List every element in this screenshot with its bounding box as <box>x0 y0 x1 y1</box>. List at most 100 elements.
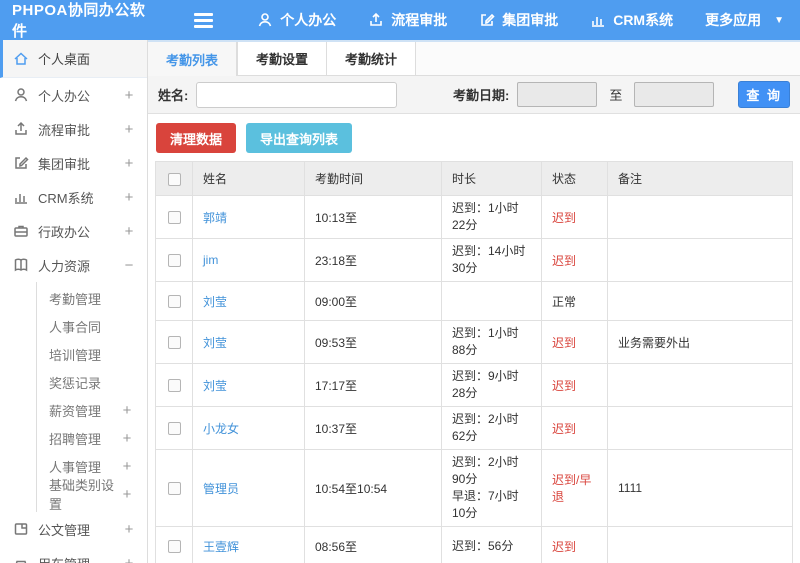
employee-name-link[interactable]: 郭靖 <box>203 211 227 225</box>
row-checkbox[interactable] <box>167 540 181 554</box>
note <box>607 238 793 282</box>
nav-personal-office[interactable]: 个人办公 <box>257 10 336 30</box>
attendance-time: 10:37至 <box>304 406 442 450</box>
select-all-checkbox[interactable] <box>167 172 181 186</box>
employee-name-link[interactable]: 刘莹 <box>203 379 227 393</box>
employee-name-link[interactable]: 刘莹 <box>203 336 227 350</box>
date-to-input[interactable] <box>634 82 715 107</box>
collapse-icon[interactable]: − <box>123 257 135 274</box>
note <box>607 363 793 407</box>
expand-icon[interactable]: + <box>123 555 135 563</box>
nav-more-apps[interactable]: 更多应用 ▼ <box>705 10 784 30</box>
attendance-table: 姓名 考勤时间 时长 状态 备注 郭靖 10:13至 迟到：1小时22分 迟到 <box>155 161 793 563</box>
sidebar-item-crm[interactable]: CRM系统 + <box>0 180 147 214</box>
edit-icon <box>481 13 495 26</box>
note <box>607 406 793 450</box>
sidebar-subitem-salary[interactable]: 薪资管理 + <box>37 396 147 424</box>
app-title: PHPOA协同办公软件 <box>12 2 146 40</box>
header-note: 备注 <box>607 161 793 196</box>
sidebar-item-desktop[interactable]: 个人桌面 <box>0 40 147 78</box>
tab-attendance-stats[interactable]: 考勤统计 <box>327 42 417 75</box>
sidebar-subitem-label: 考勤管理 <box>49 291 102 307</box>
sidebar-subitem-recruit[interactable]: 招聘管理 + <box>37 424 147 452</box>
tab-attendance-list[interactable]: 考勤列表 <box>148 42 238 76</box>
top-nav: 个人办公 流程审批 集团审批 CRM系统 更多应用 ▼ <box>241 10 800 30</box>
row-checkbox[interactable] <box>167 379 181 393</box>
sidebar-item-vehicles[interactable]: 用车管理 + <box>0 546 147 563</box>
employee-name-link[interactable]: 刘莹 <box>203 295 227 309</box>
sidebar-subitem-attendance[interactable]: 考勤管理 <box>37 284 147 312</box>
sidebar-subitem-label: 招聘管理 <box>49 431 102 447</box>
employee-name-link[interactable]: 王壹辉 <box>203 540 239 554</box>
expand-icon[interactable]: + <box>123 189 135 206</box>
header-name: 姓名 <box>192 161 305 196</box>
sidebar: 个人桌面 个人办公 + 流程审批 + 集团审批 + CRM系统 + 行政办公 + <box>0 40 148 563</box>
flow-icon <box>15 121 27 135</box>
sidebar-subitem-rewards[interactable]: 奖惩记录 <box>37 368 147 396</box>
sidebar-item-group-approval[interactable]: 集团审批 + <box>0 146 147 180</box>
clear-data-button[interactable]: 清理数据 <box>156 123 237 153</box>
name-input[interactable] <box>196 81 397 108</box>
expand-icon[interactable]: + <box>121 486 133 503</box>
row-checkbox[interactable] <box>167 254 181 268</box>
note: 1111 <box>607 449 793 527</box>
sidebar-item-admin-office[interactable]: 行政办公 + <box>0 214 147 248</box>
sidebar-item-flow-approval[interactable]: 流程审批 + <box>0 112 147 146</box>
duration: 迟到：9小时28分 <box>441 363 542 407</box>
search-panel: 姓名: 考勤日期: 至 查 询 <box>148 76 800 114</box>
status-badge: 正常 <box>541 281 608 321</box>
sidebar-item-label: 人力资源 <box>38 258 91 274</box>
expand-icon[interactable]: + <box>121 402 133 419</box>
sidebar-item-hr[interactable]: 人力资源 − <box>0 248 147 282</box>
sidebar-item-label: 个人办公 <box>38 88 91 104</box>
employee-name-link[interactable]: 管理员 <box>203 482 239 496</box>
nav-label: CRM系统 <box>613 12 674 28</box>
row-checkbox[interactable] <box>167 482 181 496</box>
tab-attendance-settings[interactable]: 考勤设置 <box>237 42 328 75</box>
top-bar: PHPOA协同办公软件 个人办公 流程审批 集团审批 CRM系统 更多应用 ▼ <box>0 0 800 40</box>
export-list-button[interactable]: 导出查询列表 <box>246 123 353 153</box>
sidebar-item-personal-office[interactable]: 个人办公 + <box>0 78 147 112</box>
edit-icon <box>15 156 29 169</box>
sidebar-item-label: 流程审批 <box>38 122 91 138</box>
sidebar-subitem-base-category[interactable]: 基础类别设置 + <box>37 478 147 512</box>
expand-icon[interactable]: + <box>123 155 135 172</box>
employee-name-link[interactable]: 小龙女 <box>203 422 239 436</box>
name-label: 姓名: <box>158 88 189 103</box>
chart-icon <box>592 17 605 27</box>
sidebar-subitem-contract[interactable]: 人事合同 <box>37 312 147 340</box>
sidebar-item-label: 行政办公 <box>38 224 91 240</box>
expand-icon[interactable]: + <box>123 521 135 538</box>
note: 业务需要外出 <box>607 320 793 364</box>
nav-crm-system[interactable]: CRM系统 <box>590 10 673 30</box>
document-icon <box>14 523 28 535</box>
sidebar-subitem-label: 奖惩记录 <box>49 375 102 391</box>
expand-icon[interactable]: + <box>123 223 135 240</box>
note <box>607 195 793 239</box>
nav-flow-approval[interactable]: 流程审批 <box>368 10 447 30</box>
row-checkbox[interactable] <box>167 211 181 225</box>
expand-icon[interactable]: + <box>121 430 133 447</box>
nav-group-approval[interactable]: 集团审批 <box>479 10 558 30</box>
row-checkbox[interactable] <box>167 422 181 436</box>
user-icon <box>14 88 28 102</box>
menu-icon[interactable] <box>193 10 214 31</box>
expand-icon[interactable]: + <box>121 458 133 475</box>
sidebar-subitem-training[interactable]: 培训管理 <box>37 340 147 368</box>
expand-icon[interactable]: + <box>123 87 135 104</box>
duration: 迟到：2小时90分 早退：7小时10分 <box>441 449 542 527</box>
expand-icon[interactable]: + <box>123 121 135 138</box>
row-checkbox[interactable] <box>167 295 181 309</box>
query-button[interactable]: 查 询 <box>738 81 790 108</box>
date-from-input[interactable] <box>517 82 598 107</box>
sidebar-subitem-label: 基础类别设置 <box>49 478 115 512</box>
chart-icon <box>15 194 27 204</box>
book-icon <box>14 258 28 272</box>
sidebar-item-label: 公文管理 <box>38 522 91 538</box>
car-icon <box>15 560 27 563</box>
sidebar-item-documents[interactable]: 公文管理 + <box>0 512 147 546</box>
table-row: jim 23:18至 迟到：14小时30分 迟到 <box>155 238 793 282</box>
row-checkbox[interactable] <box>167 336 181 350</box>
employee-name-link[interactable]: jim <box>203 253 218 267</box>
attendance-time: 17:17至 <box>304 363 442 407</box>
